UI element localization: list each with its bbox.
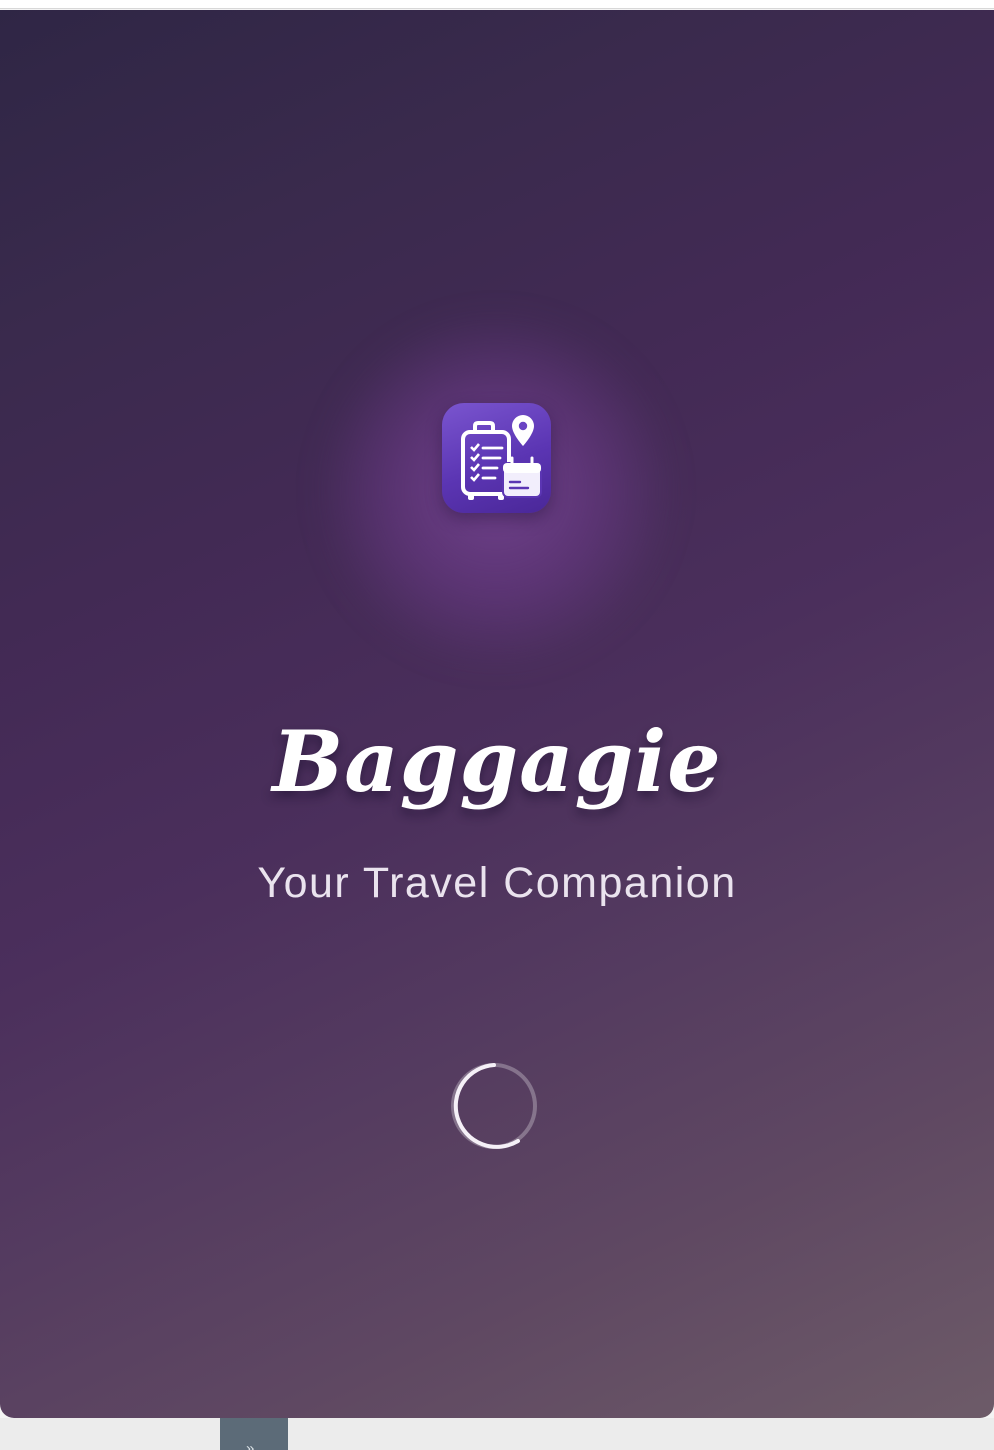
window-top-edge [0, 0, 994, 9]
splash-screen: Baggagie Your Travel Companion [0, 10, 994, 1418]
app-title: Baggagie [272, 712, 722, 811]
loading-spinner [450, 1062, 538, 1150]
chevrons-icon: » [246, 1440, 255, 1450]
app-logo-icon [442, 403, 551, 513]
app-tagline: Your Travel Companion [257, 859, 737, 907]
background-window-peek: » [0, 1418, 994, 1450]
